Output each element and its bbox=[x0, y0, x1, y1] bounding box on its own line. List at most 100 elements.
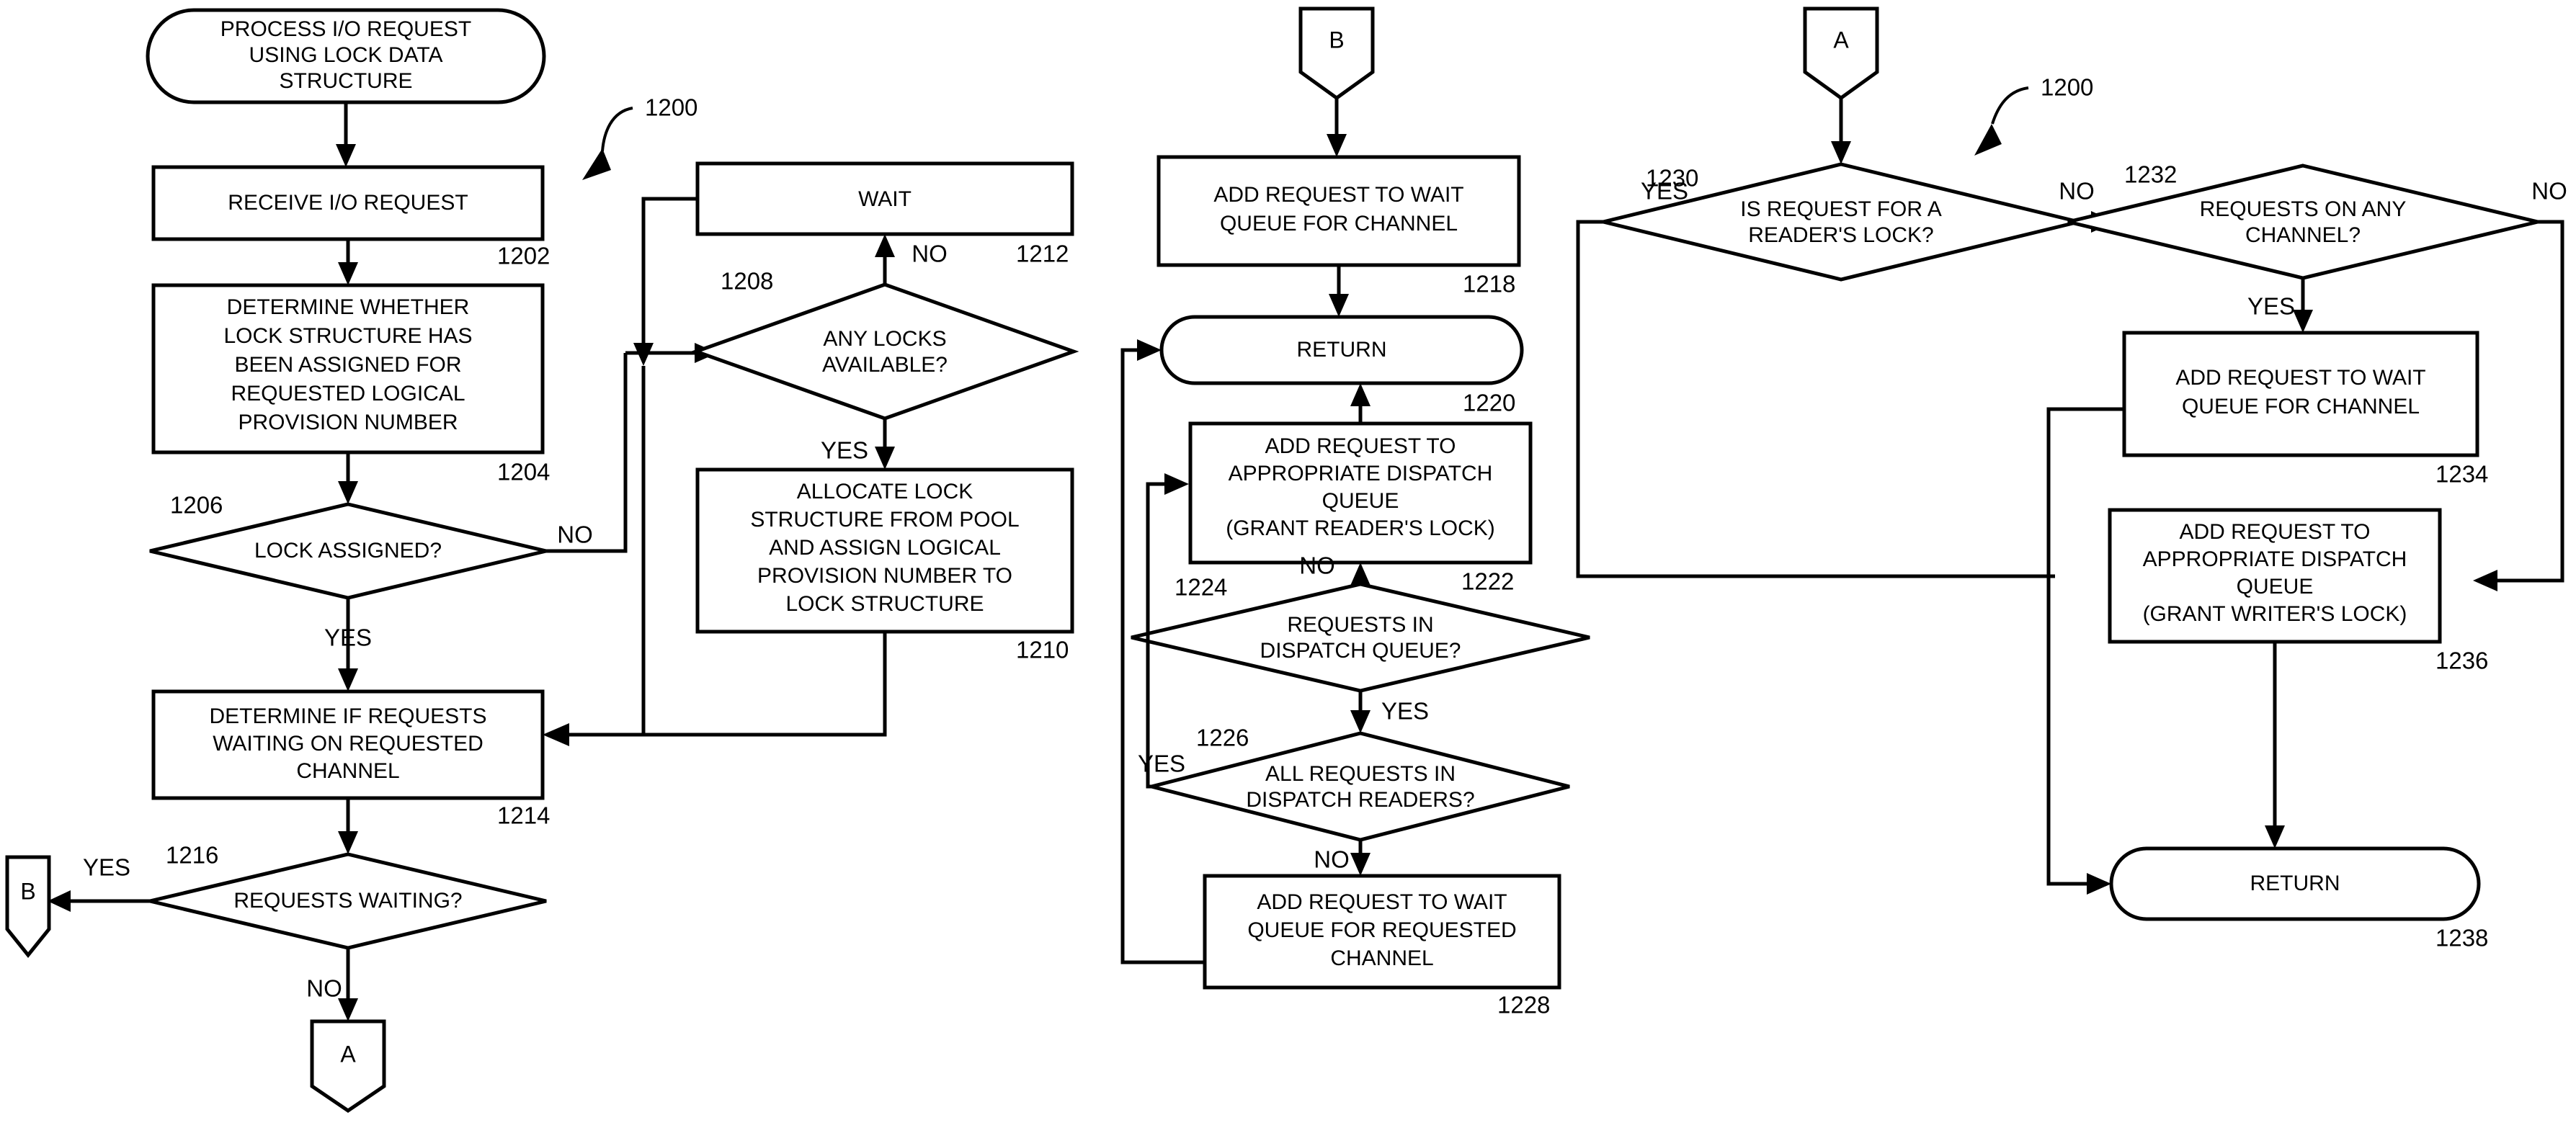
edge-1212-to-1208-trunk bbox=[633, 197, 698, 366]
node-1220-label: RETURN bbox=[1297, 338, 1387, 362]
node-1232-label-line2: CHANNEL? bbox=[2245, 223, 2361, 247]
connector-a-top: A bbox=[1803, 6, 1879, 101]
node-1238-label: RETURN bbox=[2250, 872, 2340, 895]
node-1226-label-line2: DISPATCH READERS? bbox=[1246, 788, 1474, 812]
node-1222-label-line4: (GRANT READER'S LOCK) bbox=[1226, 516, 1495, 540]
node-1224-no-label: NO bbox=[1299, 552, 1335, 579]
node-1210-label-line4: PROVISION NUMBER TO bbox=[757, 564, 1012, 588]
connector-b-left: B bbox=[5, 855, 51, 958]
edge-1218-to-1220 bbox=[1329, 265, 1349, 317]
connector-b-left-shape bbox=[5, 855, 51, 958]
node-1232-label-line1: REQUESTS ON ANY bbox=[2200, 197, 2407, 221]
connector-b-top-letter: B bbox=[1329, 27, 1344, 53]
node-1226-yes-label: YES bbox=[1138, 751, 1185, 777]
edge-1214-to-1216 bbox=[338, 798, 358, 854]
node-1208-label-line1: ANY LOCKS bbox=[823, 327, 946, 351]
node-1206: LOCK ASSIGNED? 1206 NO YES bbox=[149, 492, 593, 651]
node-1220-ref: 1220 bbox=[1463, 390, 1515, 416]
node-1230-label-line1: IS REQUEST FOR A bbox=[1740, 197, 1942, 221]
node-1208-shape bbox=[690, 282, 1079, 421]
node-1204: DETERMINE WHETHER LOCK STRUCTURE HAS BEE… bbox=[151, 283, 550, 485]
node-1210-label-line1: ALLOCATE LOCK bbox=[797, 480, 973, 503]
edge-1236-to-1238 bbox=[2265, 642, 2285, 848]
node-1228-ref: 1228 bbox=[1497, 992, 1550, 1018]
node-1238: RETURN 1238 bbox=[2109, 846, 2488, 951]
node-1206-label: LOCK ASSIGNED? bbox=[254, 539, 442, 563]
edge-1222-to-1220 bbox=[1350, 383, 1371, 424]
node-1214-label-line3: CHANNEL bbox=[296, 759, 399, 783]
node-1236-label-line4: (GRANT WRITER'S LOCK) bbox=[2143, 602, 2407, 626]
node-1214-label-line2: WAITING ON REQUESTED bbox=[213, 732, 483, 756]
figure-ref-right-number: 1200 bbox=[2041, 74, 2093, 101]
node-1236-label-line2: APPROPRIATE DISPATCH bbox=[2143, 547, 2407, 571]
node-1214-label-line1: DETERMINE IF REQUESTS bbox=[209, 704, 486, 728]
node-1228-label-line2: QUEUE FOR REQUESTED bbox=[1247, 918, 1516, 942]
node-1222-label-line3: QUEUE bbox=[1322, 489, 1399, 513]
node-1236-label-line3: QUEUE bbox=[2237, 575, 2314, 599]
node-1208-yes-label: YES bbox=[821, 437, 868, 464]
edge-A-to-1230 bbox=[1831, 98, 1851, 164]
node-1226: ALL REQUESTS IN DISPATCH READERS? 1226 Y… bbox=[1138, 725, 1570, 873]
connector-a-left-letter: A bbox=[340, 1041, 356, 1067]
edge-1202-to-1204 bbox=[338, 239, 358, 285]
node-1210-label-line3: AND ASSIGN LOGICAL bbox=[769, 536, 1001, 560]
node-1230: IS REQUEST FOR A READER'S LOCK? 1230 YES… bbox=[1603, 162, 2095, 282]
node-1216-ref: 1216 bbox=[166, 842, 218, 869]
node-1202-ref: 1202 bbox=[497, 243, 550, 269]
edge-1204-to-1206 bbox=[338, 452, 358, 504]
node-1234-label-line1: ADD REQUEST TO WAIT bbox=[2175, 366, 2425, 390]
node-1216-no-label: NO bbox=[306, 975, 342, 1002]
node-1212-ref: 1212 bbox=[1016, 241, 1069, 267]
patent-flowchart-figure: PROCESS I/O REQUEST USING LOCK DATA STRU… bbox=[0, 0, 2576, 1133]
connector-a-top-letter: A bbox=[1833, 27, 1849, 53]
edge-1224-no-to-1222 bbox=[1350, 563, 1371, 586]
figure-ref-right: 1200 bbox=[1974, 74, 2093, 156]
connector-b-left-letter: B bbox=[20, 878, 35, 904]
node-1204-label-line4: REQUESTED LOGICAL bbox=[231, 382, 465, 406]
node-start: PROCESS I/O REQUEST USING LOCK DATA STRU… bbox=[146, 8, 546, 104]
node-1218-label-line2: QUEUE FOR CHANNEL bbox=[1220, 212, 1458, 236]
connector-a-top-shape bbox=[1803, 6, 1879, 101]
node-1226-ref: 1226 bbox=[1196, 725, 1249, 751]
node-1232-yes-label: YES bbox=[2247, 293, 2295, 320]
node-1220: RETURN 1220 bbox=[1159, 315, 1524, 416]
node-1204-label-line1: DETERMINE WHETHER bbox=[227, 295, 470, 319]
node-1216-yes-label: YES bbox=[83, 854, 130, 881]
start-label-line2: USING LOCK DATA bbox=[249, 43, 443, 67]
node-1202-label: RECEIVE I/O REQUEST bbox=[228, 191, 468, 215]
node-1204-ref: 1204 bbox=[497, 459, 550, 485]
node-1224-label-line1: REQUESTS IN bbox=[1287, 613, 1433, 637]
node-1224-label-line2: DISPATCH QUEUE? bbox=[1260, 639, 1461, 663]
node-1228: ADD REQUEST TO WAIT QUEUE FOR REQUESTED … bbox=[1203, 874, 1561, 1018]
connector-b-top-shape bbox=[1298, 6, 1375, 101]
node-1230-yes-label: YES bbox=[1641, 178, 1688, 205]
node-1204-label-line2: LOCK STRUCTURE HAS bbox=[223, 324, 472, 348]
edge-1208-yes-to-1210 bbox=[875, 418, 895, 470]
node-1210-label-line2: STRUCTURE FROM POOL bbox=[750, 508, 1019, 532]
start-label-line3: STRUCTURE bbox=[280, 69, 413, 93]
node-1208-label-line2: AVAILABLE? bbox=[822, 353, 948, 377]
node-1224-ref: 1224 bbox=[1175, 574, 1227, 601]
node-1218-label-line1: ADD REQUEST TO WAIT bbox=[1213, 183, 1463, 207]
node-1222-ref: 1222 bbox=[1461, 568, 1514, 595]
node-1224-yes-label: YES bbox=[1381, 698, 1429, 725]
node-1216: REQUESTS WAITING? 1216 YES NO bbox=[83, 842, 547, 1002]
node-1206-no-label: NO bbox=[557, 521, 593, 548]
flowchart-svg: PROCESS I/O REQUEST USING LOCK DATA STRU… bbox=[5, 6, 2567, 1114]
node-1238-ref: 1238 bbox=[2435, 925, 2488, 951]
node-1234-label-line2: QUEUE FOR CHANNEL bbox=[2182, 395, 2420, 418]
edge-B-to-1218 bbox=[1327, 98, 1347, 157]
node-1232: REQUESTS ON ANY CHANNEL? 1232 NO YES bbox=[2067, 161, 2567, 320]
edge-1208-no-to-1212 bbox=[875, 234, 895, 285]
edge-1216-yes-to-B bbox=[48, 890, 150, 912]
node-1222-label-line2: APPROPRIATE DISPATCH bbox=[1229, 462, 1493, 485]
edge-1226-no-to-1228 bbox=[1350, 840, 1371, 876]
edge-1234-to-1238 bbox=[2046, 407, 2124, 895]
node-1216-label: REQUESTS WAITING? bbox=[233, 889, 462, 913]
edge-start-to-1202 bbox=[336, 102, 356, 167]
edge-1210-to-1214 bbox=[543, 632, 887, 746]
node-1206-ref: 1206 bbox=[170, 492, 223, 519]
node-1214: DETERMINE IF REQUESTS WAITING ON REQUEST… bbox=[151, 689, 550, 829]
edge-1224-yes-to-1226 bbox=[1350, 691, 1371, 733]
node-1228-label-line3: CHANNEL bbox=[1330, 946, 1433, 970]
